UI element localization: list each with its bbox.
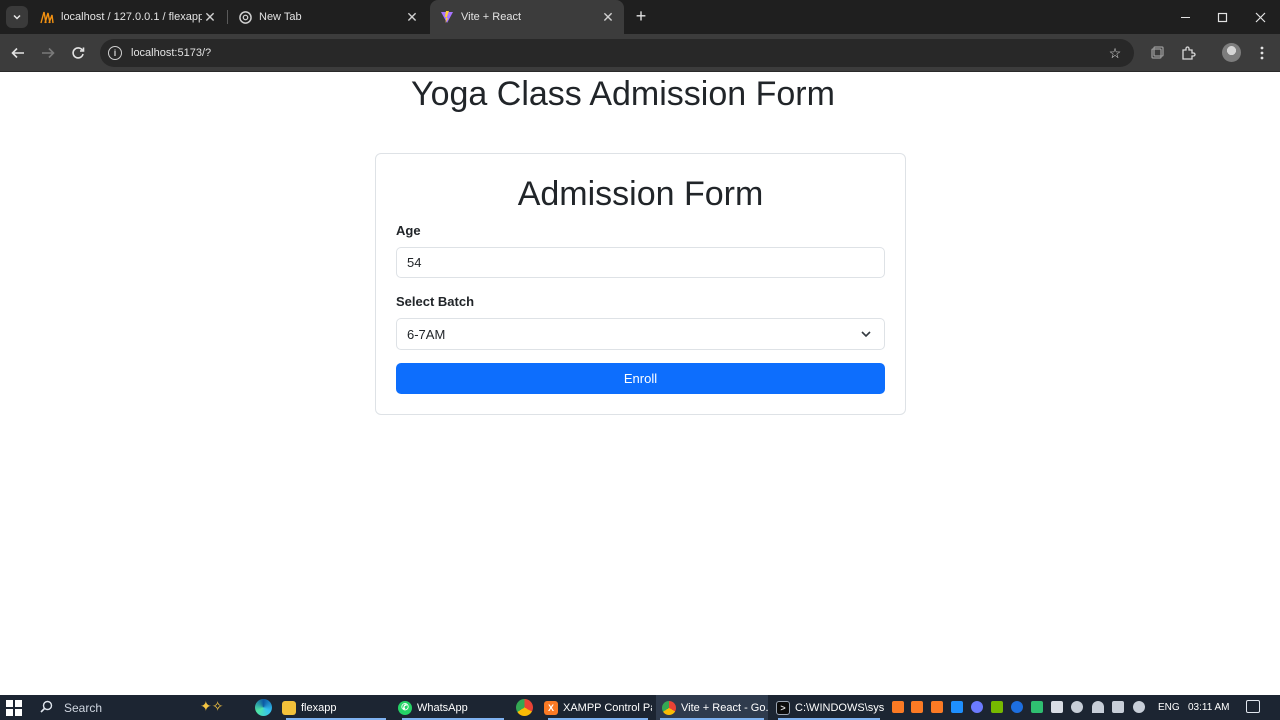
reload-icon[interactable] [66,41,90,65]
tab-title: New Tab [259,11,302,23]
close-icon[interactable]: ✕ [202,9,218,25]
tray-app-icon[interactable] [951,701,963,713]
chrome-icon [238,10,252,24]
windows-taskbar: Search ✦✧ flexapp ✆ WhatsApp X XAMPP Con… [0,695,1280,720]
taskbar-app-label: XAMPP Control Pa... [563,701,652,714]
new-tab-icon[interactable]: + [631,7,651,27]
tab-new-tab[interactable]: New Tab ✕ [228,0,428,34]
taskbar-app-cmd[interactable]: > C:\WINDOWS\syst... [774,695,884,720]
taskbar-app-label: WhatsApp [417,701,468,714]
close-icon[interactable]: ✕ [600,9,616,25]
taskbar-app-chrome[interactable]: Vite + React - Go... [656,695,768,720]
batch-label: Select Batch [396,294,475,309]
taskbar-app-xampp[interactable]: X XAMPP Control Pa... [544,695,652,720]
age-input[interactable] [396,247,885,278]
settings-gear-icon[interactable] [971,701,983,713]
notification-icon[interactable] [1246,700,1260,713]
site-info-icon[interactable]: i [108,46,122,60]
tab-vite-react[interactable]: Vite + React ✕ [430,0,624,34]
chrome-icon[interactable] [516,699,533,716]
tab-search-icon[interactable] [6,6,28,28]
xampp-tray-icon[interactable] [931,701,943,713]
tab-group-icon[interactable] [1147,43,1167,63]
taskbar-app-flexapp[interactable]: flexapp [282,695,390,720]
page-title: Yoga Class Admission Form [411,75,835,113]
admission-form-card: Admission Form Age Select Batch 6-7AM En… [375,153,906,415]
taskbar-app-whatsapp[interactable]: ✆ WhatsApp [398,695,508,720]
page-content: Yoga Class Admission Form Admission Form… [0,73,1280,695]
chevron-down-icon [858,326,874,342]
xampp-icon: X [544,700,558,715]
edge-icon[interactable] [255,699,272,716]
chrome-icon [662,700,676,715]
search-icon [40,700,58,716]
forward-icon[interactable] [36,41,60,65]
windows-start-icon[interactable] [6,700,22,716]
wifi-icon[interactable] [1092,701,1104,713]
xampp-tray-icon[interactable] [911,701,923,713]
nvidia-icon[interactable] [991,701,1003,713]
whatsapp-icon: ✆ [398,700,412,715]
age-label: Age [396,223,421,238]
form-title: Admission Form [517,175,764,213]
enroll-button[interactable]: Enroll [396,363,885,394]
menu-kebab-icon[interactable] [1252,43,1272,63]
browser-toolbar: i localhost:5173/? ☆ [0,34,1280,72]
tab-title: Vite + React [461,11,522,23]
copilot-sparkle-icon[interactable]: ✦✧ [200,698,223,715]
browser-tab-strip: localhost / 127.0.0.1 / flexapp / ✕ New … [0,0,1280,34]
taskbar-app-label: C:\WINDOWS\syst... [795,701,884,714]
vite-icon [440,10,454,24]
folder-icon [282,700,296,715]
cmd-icon: > [776,700,790,715]
pen-icon[interactable] [1133,701,1145,713]
maximize-icon[interactable] [1202,0,1242,34]
battery-icon[interactable] [1051,701,1063,713]
url-text: localhost:5173/? [131,47,212,59]
taskbar-app-label: flexapp [301,701,337,714]
tab-title: localhost / 127.0.0.1 / flexapp / [61,11,202,23]
display-icon[interactable] [1112,701,1124,713]
security-shield-icon[interactable] [1031,701,1043,713]
clock-time[interactable]: 03:11 AM [1188,695,1230,720]
bookmark-star-icon[interactable]: ☆ [1106,45,1124,62]
profile-avatar[interactable] [1222,43,1241,62]
phpmyadmin-icon [40,10,54,24]
bluetooth-icon[interactable] [1011,701,1023,713]
tab-phpmyadmin[interactable]: localhost / 127.0.0.1 / flexapp / ✕ [30,0,226,34]
back-icon[interactable] [6,41,30,65]
volume-icon[interactable] [1071,701,1083,713]
window-close-icon[interactable] [1240,0,1280,34]
search-placeholder: Search [64,700,103,715]
taskbar-app-label: Vite + React - Go... [681,701,768,714]
batch-select[interactable]: 6-7AM [396,318,885,350]
extensions-icon[interactable] [1178,43,1198,63]
batch-selected-value: 6-7AM [407,326,446,342]
close-icon[interactable]: ✕ [404,9,420,25]
address-bar[interactable]: i localhost:5173/? ☆ [100,39,1134,67]
language-indicator[interactable]: ENG [1158,695,1180,720]
xampp-tray-icon[interactable] [892,701,904,713]
minimize-icon[interactable] [1165,0,1205,34]
